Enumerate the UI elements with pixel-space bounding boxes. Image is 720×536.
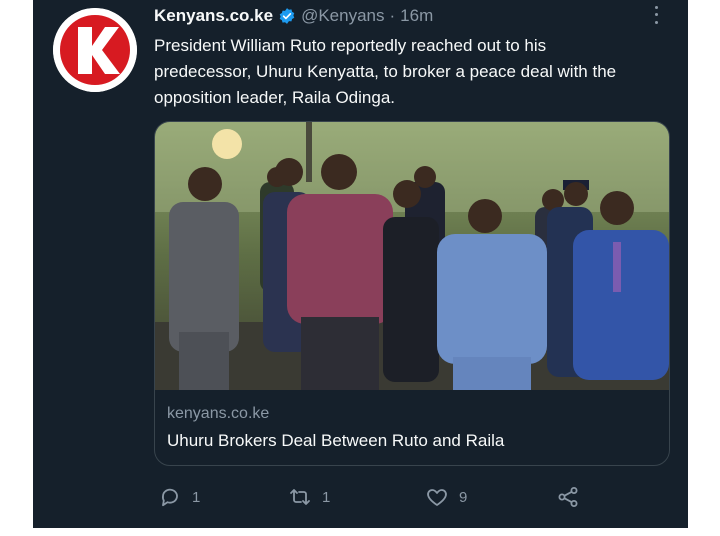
reply-icon (162, 488, 178, 507)
reply-button[interactable]: 1 (158, 482, 200, 512)
share-button[interactable] (556, 482, 580, 512)
display-name[interactable]: Kenyans.co.ke (154, 6, 273, 26)
card-domain: kenyans.co.ke (167, 405, 270, 422)
tweet-text: President William Ruto reportedly reache… (154, 36, 617, 107)
action-bar: 1 1 9 (158, 482, 588, 512)
retweet-button[interactable]: 1 (288, 482, 330, 512)
separator-dot: · (389, 6, 396, 25)
timestamp[interactable]: 16m (400, 6, 433, 26)
verified-badge-icon (278, 7, 296, 25)
tweet-header: Kenyans.co.ke @Kenyans · 16m (154, 4, 433, 28)
kenyans-logo (53, 8, 137, 92)
retweet-icon (290, 489, 310, 505)
avatar[interactable] (53, 8, 137, 92)
like-button[interactable]: 9 (425, 482, 467, 512)
like-count: 9 (459, 488, 468, 506)
reply-count: 1 (192, 488, 201, 506)
more-icon[interactable] (648, 4, 664, 26)
link-card[interactable]: kenyans.co.ke Uhuru Brokers Deal Between… (154, 121, 670, 466)
article-photo (155, 122, 669, 390)
share-icon (558, 487, 578, 507)
like-icon (427, 489, 447, 506)
card-title: Uhuru Brokers Deal Between Ruto and Rail… (167, 431, 505, 450)
handle[interactable]: @Kenyans (301, 6, 384, 26)
tweet-card[interactable]: Kenyans.co.ke @Kenyans · 16m President W… (33, 0, 688, 528)
retweet-count: 1 (322, 488, 331, 506)
